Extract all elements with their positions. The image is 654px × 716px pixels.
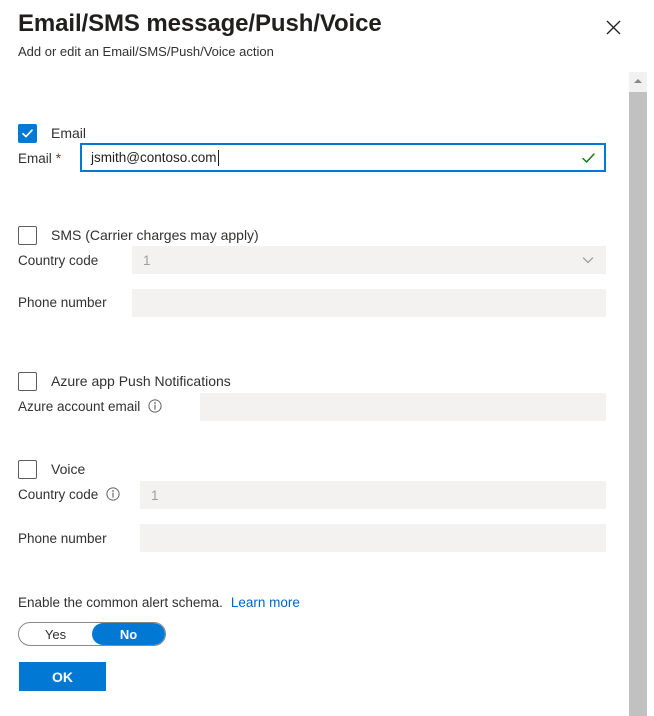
sms-checkbox-label: SMS (Carrier charges may apply) <box>51 227 259 243</box>
chevron-up-icon <box>633 72 643 90</box>
email-input[interactable]: jsmith@contoso.com <box>80 143 606 172</box>
panel-header: Email/SMS message/Push/Voice Add or edit… <box>0 0 654 72</box>
close-button[interactable] <box>597 11 629 43</box>
page-title: Email/SMS message/Push/Voice <box>18 10 382 38</box>
push-checkbox[interactable] <box>18 372 37 391</box>
toggle-option-no[interactable]: No <box>92 623 165 645</box>
email-checkbox[interactable] <box>18 124 37 143</box>
voice-phone-input[interactable] <box>140 524 606 552</box>
voice-phone-label: Phone number <box>18 527 107 549</box>
sms-country-code-label: Country code <box>18 249 98 271</box>
form-area: Email Email * jsmith@contoso.com SMS (Ca… <box>0 72 624 716</box>
sms-country-code-value: 1 <box>143 253 151 268</box>
voice-checkbox-label: Voice <box>51 461 85 477</box>
scroll-thumb[interactable] <box>629 92 647 716</box>
voice-country-code-label: Country code <box>18 483 120 505</box>
checkmark-icon <box>581 150 596 165</box>
common-alert-schema-text: Enable the common alert schema. <box>18 595 223 610</box>
push-checkbox-row[interactable]: Azure app Push Notifications <box>18 370 231 392</box>
common-alert-schema-toggle[interactable]: Yes No <box>18 622 166 646</box>
email-required-marker: * <box>56 151 61 166</box>
sms-country-code-label-text: Country code <box>18 253 98 268</box>
email-field-label: Email * <box>18 147 61 169</box>
push-checkbox-label: Azure app Push Notifications <box>51 373 231 389</box>
voice-checkbox-row[interactable]: Voice <box>18 458 85 480</box>
email-input-value: jsmith@contoso.com <box>91 150 217 165</box>
sms-phone-label-text: Phone number <box>18 295 107 310</box>
sms-phone-label: Phone number <box>18 291 107 313</box>
voice-country-code-label-text: Country code <box>18 487 98 502</box>
toggle-option-yes[interactable]: Yes <box>19 623 92 645</box>
sms-country-code-select[interactable]: 1 <box>132 246 606 274</box>
common-alert-schema-row: Enable the common alert schema. Learn mo… <box>18 595 300 610</box>
push-account-email-input[interactable] <box>200 393 606 421</box>
voice-country-code-value: 1 <box>151 488 159 503</box>
push-account-email-label-text: Azure account email <box>18 399 140 414</box>
chevron-down-icon <box>581 253 595 267</box>
sms-phone-input[interactable] <box>132 289 606 317</box>
voice-phone-label-text: Phone number <box>18 531 107 546</box>
scroll-up-button[interactable] <box>629 72 647 90</box>
info-icon[interactable] <box>148 399 162 413</box>
text-caret <box>218 150 219 166</box>
scrollbar[interactable] <box>629 72 647 716</box>
learn-more-link[interactable]: Learn more <box>231 595 300 610</box>
email-checkbox-label: Email <box>51 125 86 141</box>
voice-country-code-input[interactable]: 1 <box>140 481 606 509</box>
sms-checkbox-row[interactable]: SMS (Carrier charges may apply) <box>18 224 259 246</box>
close-icon <box>606 20 621 35</box>
page-subtitle: Add or edit an Email/SMS/Push/Voice acti… <box>18 44 274 59</box>
voice-checkbox[interactable] <box>18 460 37 479</box>
info-icon[interactable] <box>106 487 120 501</box>
email-label-text: Email <box>18 151 52 166</box>
email-checkbox-row[interactable]: Email <box>18 122 86 144</box>
push-account-email-label: Azure account email <box>18 395 162 417</box>
ok-button[interactable]: OK <box>19 662 106 691</box>
sms-checkbox[interactable] <box>18 226 37 245</box>
